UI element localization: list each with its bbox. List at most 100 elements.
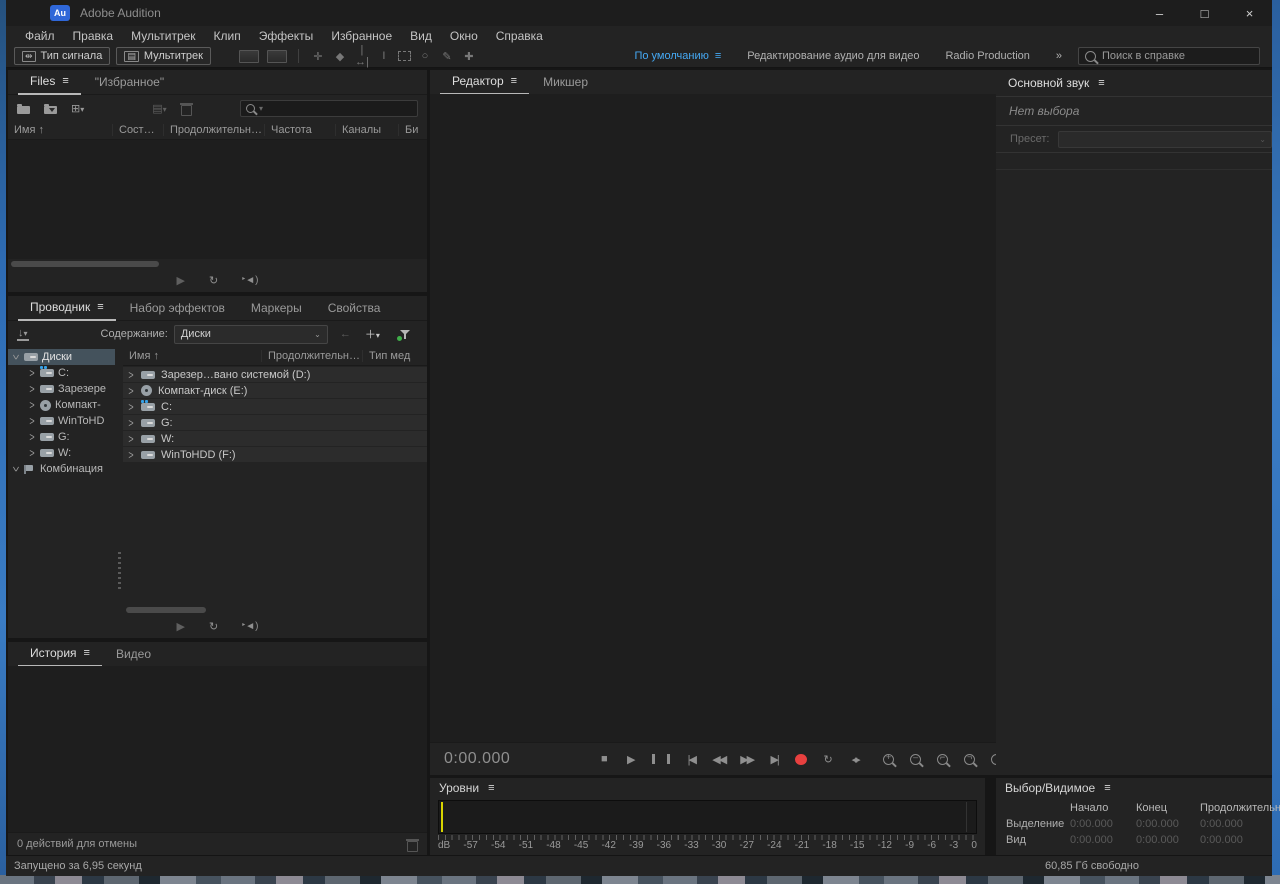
column-header[interactable]: Тип мед <box>363 350 427 362</box>
chevron-icon[interactable]: > <box>28 431 36 444</box>
tree-resize-gripper[interactable] <box>115 347 123 614</box>
skip-to-start-button[interactable]: |◀ <box>685 753 697 766</box>
level-meter[interactable] <box>438 800 977 834</box>
import-icon[interactable]: ↓▾ <box>17 327 29 341</box>
panel-menu-icon[interactable]: ≡ <box>488 782 494 794</box>
clear-history-trash-icon[interactable] <box>407 841 418 852</box>
lasso-selection-tool-icon[interactable]: ○ <box>417 50 433 62</box>
zoom-out-full-button[interactable]: ¬ <box>964 754 975 765</box>
column-header[interactable]: Имя ↑ <box>8 124 113 136</box>
tree-item[interactable]: > Диски <box>8 349 115 365</box>
workspace-overflow-chevron[interactable]: » <box>1046 50 1072 62</box>
marquee-selection-tool-icon[interactable] <box>398 51 411 61</box>
tab-effects-rack[interactable]: Набор эффектов <box>118 296 237 320</box>
workspace-default[interactable]: По умолчанию≡ <box>624 50 731 62</box>
history-list-empty[interactable] <box>8 666 427 833</box>
drive-row[interactable]: > W: <box>123 431 427 446</box>
menu-item[interactable]: Вид <box>401 29 441 43</box>
zoom-in-full-button[interactable]: ⌐ <box>937 754 948 765</box>
column-header[interactable]: Би <box>399 124 427 136</box>
tree-item[interactable]: > Компакт- <box>8 397 115 413</box>
scroll-thumb[interactable] <box>11 261 159 267</box>
chevron-icon[interactable]: > <box>28 399 36 412</box>
column-header[interactable]: Частота <box>265 124 336 136</box>
loop-playback-icon[interactable]: ↻ <box>209 620 218 633</box>
column-header[interactable]: Каналы <box>336 124 399 136</box>
close-button[interactable]: × <box>1227 0 1272 26</box>
add-shortcut-icon[interactable]: ＋▾ <box>365 326 380 342</box>
tree-item[interactable]: > Зарезере <box>8 381 115 397</box>
chevron-icon[interactable]: > <box>28 415 36 428</box>
workspace-edit-audio-video[interactable]: Редактирование аудио для видео <box>737 50 929 62</box>
filter-icon[interactable] <box>399 328 412 341</box>
new-item-icon[interactable]: ⊞▾ <box>71 102 84 115</box>
help-search-input[interactable]: Поиск в справке <box>1078 47 1260 65</box>
files-list-empty[interactable] <box>8 140 427 259</box>
panel-menu-icon[interactable]: ≡ <box>1098 77 1104 89</box>
chevron-icon[interactable]: > <box>127 432 135 445</box>
drive-row[interactable]: > WinToHDD (F:) <box>123 447 427 462</box>
tab-properties[interactable]: Свойства <box>316 296 393 320</box>
tree-item[interactable]: > G: <box>8 429 115 445</box>
tab-mixer[interactable]: Микшер <box>531 70 600 94</box>
files-hscrollbar[interactable] <box>8 259 427 268</box>
open-file-icon[interactable] <box>17 106 30 114</box>
workspace-radio-production[interactable]: Radio Production <box>935 50 1039 62</box>
menu-item[interactable]: Мультитрек <box>122 29 204 43</box>
spot-healing-tool-icon[interactable]: ✚ <box>461 50 477 63</box>
export-icon[interactable]: ▤▾ <box>152 102 166 115</box>
slip-tool-icon[interactable]: |↔| <box>354 44 370 68</box>
tab-favorites[interactable]: "Избранное" <box>83 70 176 94</box>
explorer-hscrollbar[interactable] <box>123 605 427 614</box>
chevron-icon[interactable]: > <box>28 383 36 396</box>
menu-item[interactable]: Клип <box>205 29 250 43</box>
menu-item[interactable]: Избранное <box>322 29 401 43</box>
chevron-icon[interactable]: > <box>127 448 135 461</box>
chevron-icon[interactable]: > <box>127 400 135 413</box>
chevron-icon[interactable]: > <box>28 367 36 380</box>
zoom-in-button[interactable]: + <box>883 754 894 765</box>
column-header[interactable]: Имя ↑ <box>123 350 262 362</box>
column-header[interactable]: Продолжительн… <box>262 350 363 362</box>
tab-files[interactable]: Files≡ <box>18 69 81 95</box>
minimize-button[interactable]: – <box>1137 0 1182 26</box>
column-header[interactable]: Продолжительн… <box>164 124 265 136</box>
auto-play-speaker-icon[interactable]: ◄) <box>242 275 258 286</box>
column-header[interactable]: Сост… <box>113 124 164 136</box>
play-icon[interactable]: ▶ <box>177 620 185 633</box>
view-duration[interactable]: 0:00.000 <box>1200 834 1280 846</box>
tab-history[interactable]: История≡ <box>18 641 102 667</box>
chevron-icon[interactable]: > <box>10 353 23 361</box>
stop-button[interactable]: ■ <box>598 753 610 765</box>
import-file-icon[interactable] <box>44 106 57 114</box>
rewind-button[interactable]: ◀◀ <box>712 753 725 766</box>
loop-playback-button[interactable]: ↻ <box>822 753 834 766</box>
tab-markers[interactable]: Маркеры <box>239 296 314 320</box>
paintbrush-tool-icon[interactable]: ✎ <box>439 50 455 63</box>
maximize-button[interactable]: □ <box>1182 0 1227 26</box>
menu-item[interactable]: Эффекты <box>250 29 323 43</box>
time-selection-tool-icon[interactable]: I <box>376 50 392 62</box>
spectral-display-icon[interactable] <box>239 50 259 63</box>
drive-row[interactable]: > Зарезер…вано системой (D:) <box>123 367 427 382</box>
menu-item[interactable]: Справка <box>487 29 552 43</box>
skip-selection-button[interactable]: ◂▸ <box>849 753 861 766</box>
tree-item[interactable]: > Комбинация <box>8 461 115 477</box>
editor-canvas-empty[interactable] <box>430 94 999 743</box>
tab-editor[interactable]: Редактор≡ <box>440 69 529 95</box>
tree-item[interactable]: > WinToHD <box>8 413 115 429</box>
waveform-view-button[interactable]: ⇹ Тип сигнала <box>14 47 110 65</box>
tree-item[interactable]: > C: <box>8 365 115 381</box>
pause-button[interactable] <box>652 754 670 764</box>
chevron-icon[interactable]: > <box>127 416 135 429</box>
multitrack-view-button[interactable]: ▤ Мультитрек <box>116 47 211 65</box>
skip-to-end-button[interactable]: ▶| <box>768 753 780 766</box>
scroll-thumb[interactable] <box>126 607 206 613</box>
fast-forward-button[interactable]: ▶▶ <box>740 753 753 766</box>
explorer-column-headers[interactable]: Имя ↑Продолжительн…Тип мед <box>123 347 427 366</box>
selection-start[interactable]: 0:00.000 <box>1070 818 1136 830</box>
tree-item[interactable]: > W: <box>8 445 115 461</box>
chevron-icon[interactable]: > <box>28 447 36 460</box>
selection-end[interactable]: 0:00.000 <box>1136 818 1200 830</box>
waveform-display-icon[interactable] <box>267 50 287 63</box>
